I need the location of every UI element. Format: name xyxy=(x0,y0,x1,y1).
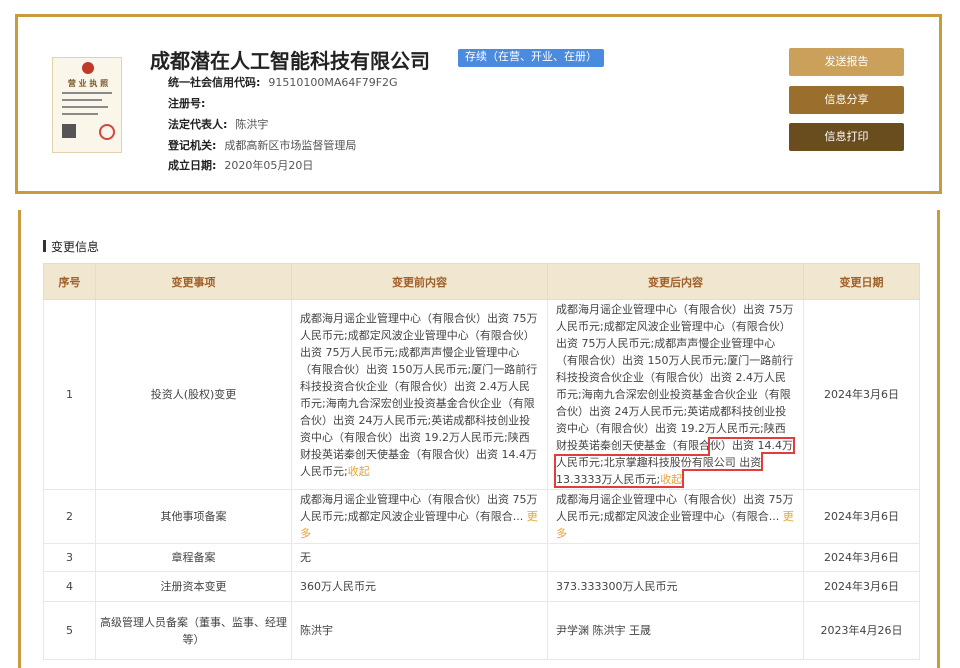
row-item: 投资人(股权)变更 xyxy=(95,299,292,490)
header-date: 变更日期 xyxy=(803,263,920,300)
reg-no-label: 注册号: xyxy=(168,97,206,110)
row-no: 2 xyxy=(43,489,96,544)
row-item: 其他事项备案 xyxy=(95,489,292,544)
license-text-line xyxy=(62,99,102,101)
table-row: 3 章程备案 无 2024年3月6日 xyxy=(43,543,920,572)
row-no: 5 xyxy=(43,601,96,660)
row-item: 高级管理人员备案（董事、监事、经理等） xyxy=(95,601,292,660)
row-after: 尹学渊 陈洪宇 王晟 xyxy=(547,601,804,660)
header-before: 变更前内容 xyxy=(291,263,548,300)
credit-code-label: 统一社会信用代码: xyxy=(168,76,261,89)
row-before: 成都海月谣企业管理中心（有限合伙）出资 75万人民币元;成都定风波企业管理中心（… xyxy=(291,489,548,544)
reg-no-row: 注册号: xyxy=(168,95,213,111)
section-title-text: 变更信息 xyxy=(51,240,100,254)
row-date: 2024年3月6日 xyxy=(803,571,920,602)
official-seal-icon xyxy=(99,124,115,140)
before-text: 成都海月谣企业管理中心（有限合伙）出资 75万人民币元;成都定风波企业管理中心（… xyxy=(300,311,538,478)
change-info-panel: 变更信息 序号 变更事项 变更前内容 变更后内容 变更日期 1 投资人(股权)变… xyxy=(18,210,940,668)
send-report-button[interactable]: 发送报告 xyxy=(789,48,904,76)
table-row: 2 其他事项备案 成都海月谣企业管理中心（有限合伙）出资 75万人民币元;成都定… xyxy=(43,489,920,544)
table-row: 4 注册资本变更 360万人民币元 373.333300万人民币元 2024年3… xyxy=(43,571,920,602)
qr-code-icon xyxy=(62,124,76,138)
authority-row: 登记机关: 成都高新区市场监督管理局 xyxy=(168,137,356,153)
row-before: 无 xyxy=(291,543,548,572)
before-text: 成都海月谣企业管理中心（有限合伙）出资 75万人民币元;成都定风波企业管理中心（… xyxy=(300,493,538,523)
credit-code-value: 91510100MA64F79F2G xyxy=(268,76,398,89)
table-row: 5 高级管理人员备案（董事、监事、经理等） 陈洪宇 尹学渊 陈洪宇 王晟 202… xyxy=(43,601,920,660)
founded-value: 2020年05月20日 xyxy=(224,159,314,172)
status-badge: 存续（在营、开业、在册） xyxy=(458,49,604,67)
row-date: 2024年3月6日 xyxy=(803,299,920,490)
legal-rep-row: 法定代表人: 陈洪宇 xyxy=(168,116,268,132)
row-no: 3 xyxy=(43,543,96,572)
legal-rep-value: 陈洪宇 xyxy=(235,118,269,131)
header-after: 变更后内容 xyxy=(547,263,804,300)
license-text-line xyxy=(62,106,108,108)
row-date: 2023年4月26日 xyxy=(803,601,920,660)
after-text: 成都海月谣企业管理中心（有限合伙）出资 75万人民币元;成都定风波企业管理中心（… xyxy=(556,493,794,523)
founded-label: 成立日期: xyxy=(168,159,217,172)
change-table: 序号 变更事项 变更前内容 变更后内容 变更日期 1 投资人(股权)变更 成都海… xyxy=(43,263,920,660)
row-before: 陈洪宇 xyxy=(291,601,548,660)
header-item: 变更事项 xyxy=(95,263,292,300)
row-before: 360万人民币元 xyxy=(291,571,548,602)
license-title: 营 业 执 照 xyxy=(67,79,109,88)
company-name: 成都潜在人工智能科技有限公司 xyxy=(150,49,430,73)
row-after: 成都海月谣企业管理中心（有限合伙）出资 75万人民币元;成都定风波企业管理中心（… xyxy=(547,299,804,490)
authority-label: 登记机关: xyxy=(168,139,217,152)
license-text-line xyxy=(62,92,112,94)
print-info-button[interactable]: 信息打印 xyxy=(789,123,904,151)
credit-code-row: 统一社会信用代码: 91510100MA64F79F2G xyxy=(168,74,398,90)
row-after: 成都海月谣企业管理中心（有限合伙）出资 75万人民币元;成都定风波企业管理中心（… xyxy=(547,489,804,544)
section-title: 变更信息 xyxy=(43,238,99,255)
row-no: 4 xyxy=(43,571,96,602)
row-date: 2024年3月6日 xyxy=(803,543,920,572)
row-item: 章程备案 xyxy=(95,543,292,572)
collapse-link[interactable]: 收起 xyxy=(660,473,682,486)
section-marker xyxy=(43,240,46,252)
row-before: 成都海月谣企业管理中心（有限合伙）出资 75万人民币元;成都定风波企业管理中心（… xyxy=(291,299,548,490)
table-row: 1 投资人(股权)变更 成都海月谣企业管理中心（有限合伙）出资 75万人民币元;… xyxy=(43,299,920,490)
collapse-link[interactable]: 收起 xyxy=(348,465,370,478)
company-card: 营 业 执 照 成都潜在人工智能科技有限公司 存续（在营、开业、在册） 统一社会… xyxy=(15,14,942,194)
table-header-row: 序号 变更事项 变更前内容 变更后内容 变更日期 xyxy=(43,263,920,300)
authority-value: 成都高新区市场监督管理局 xyxy=(224,139,357,152)
legal-rep-label: 法定代表人: xyxy=(168,118,228,131)
business-license-image[interactable]: 营 业 执 照 xyxy=(52,57,122,153)
row-after: 373.333300万人民币元 xyxy=(547,571,804,602)
row-no: 1 xyxy=(43,299,96,490)
header-no: 序号 xyxy=(43,263,96,300)
founded-row: 成立日期: 2020年05月20日 xyxy=(168,157,313,173)
row-date: 2024年3月6日 xyxy=(803,489,920,544)
row-after xyxy=(547,543,804,572)
row-item: 注册资本变更 xyxy=(95,571,292,602)
after-text: 成都海月谣企业管理中心（有限合伙）出资 75万人民币元;成都定风波企业管理中心（… xyxy=(556,303,794,452)
national-emblem-icon xyxy=(82,62,94,74)
share-info-button[interactable]: 信息分享 xyxy=(789,86,904,114)
license-text-line xyxy=(62,113,98,115)
